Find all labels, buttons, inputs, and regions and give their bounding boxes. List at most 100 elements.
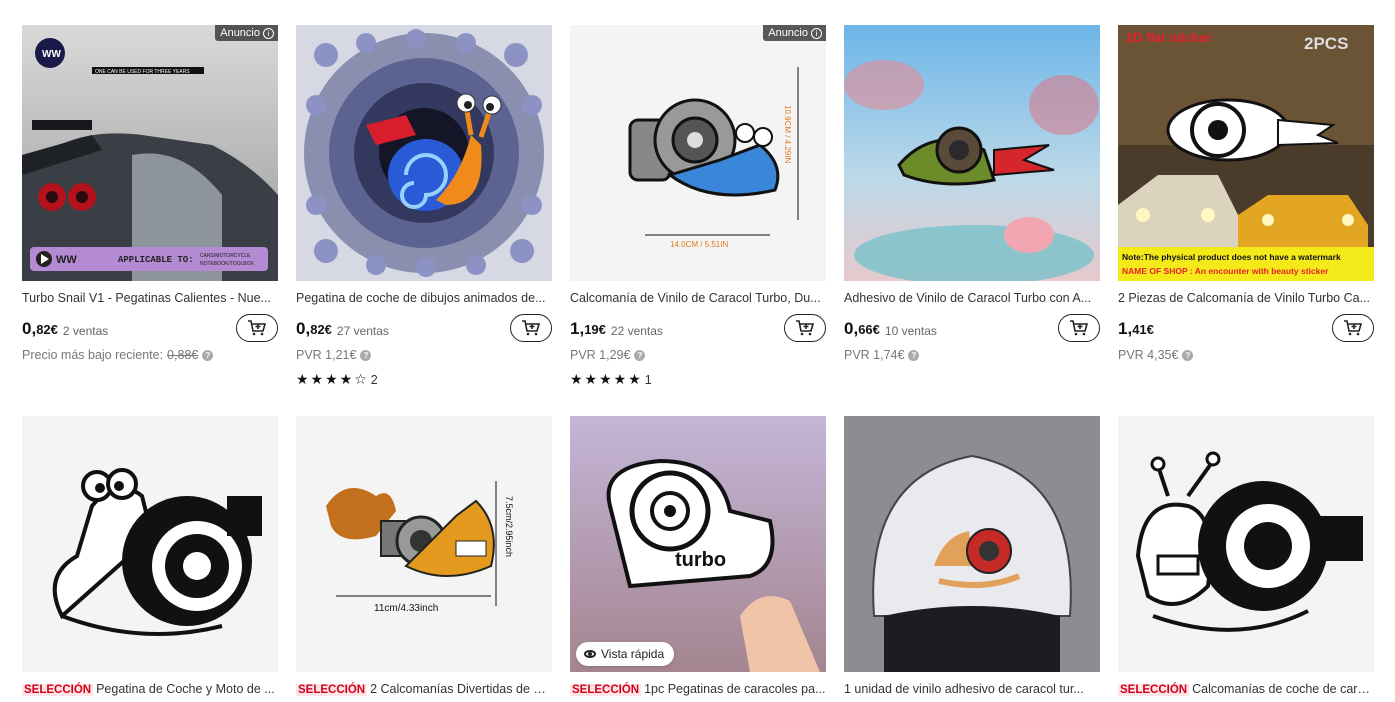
help-icon[interactable]: ? bbox=[908, 349, 920, 361]
product-title[interactable]: Pegatina de coche de dibujos animados de… bbox=[296, 290, 552, 306]
product-card[interactable]: 1 unidad de vinilo adhesivo de caracol t… bbox=[844, 416, 1100, 697]
rrp-price: PVR 4,35€ ? bbox=[1118, 348, 1374, 362]
add-to-cart-button[interactable] bbox=[236, 314, 278, 342]
cart-plus-icon bbox=[1344, 320, 1363, 336]
product-card[interactable]: SELECCIÓN Calcomanías de coche de cara... bbox=[1118, 416, 1374, 697]
rating-count: 1 bbox=[644, 372, 652, 387]
product-row: WW ONE CAN BE USED FOR THREE YEARS WW AP… bbox=[22, 25, 1374, 405]
product-title[interactable]: Turbo Snail V1 - Pegatinas Calientes - N… bbox=[22, 290, 278, 306]
sales-count: 22 ventas bbox=[610, 323, 663, 338]
stars: ★★★★☆ bbox=[296, 371, 369, 387]
cart-plus-icon bbox=[796, 320, 815, 336]
svg-text:Note:The physical product does: Note:The physical product does not have … bbox=[1122, 252, 1341, 262]
product-image[interactable] bbox=[22, 416, 278, 672]
product-title[interactable]: SELECCIÓN Calcomanías de coche de cara... bbox=[1118, 681, 1374, 697]
product-image[interactable] bbox=[296, 25, 552, 281]
price: 1,41€ bbox=[1118, 319, 1154, 338]
help-icon[interactable]: ? bbox=[634, 349, 646, 361]
svg-text:2D flat sticker: 2D flat sticker bbox=[1126, 30, 1211, 45]
rrp-price: PVR 1,74€ ? bbox=[844, 348, 1100, 362]
sales-count: 2 ventas bbox=[62, 323, 109, 338]
sales-count: 10 ventas bbox=[884, 323, 937, 338]
product-title[interactable]: SELECCIÓN Pegatina de Coche y Moto de ... bbox=[22, 681, 278, 697]
add-to-cart-button[interactable] bbox=[1332, 314, 1374, 342]
price-row: 0,82€ 2 ventas bbox=[22, 314, 278, 344]
price: 0,82€ bbox=[22, 319, 58, 338]
selection-badge: SELECCIÓN bbox=[570, 684, 642, 696]
product-card[interactable]: WW ONE CAN BE USED FOR THREE YEARS WW AP… bbox=[22, 25, 278, 405]
info-icon[interactable]: i bbox=[263, 27, 274, 39]
product-image[interactable]: 10.9CM / 4.29IN 14.0CM / 5.51IN Anuncio … bbox=[570, 25, 826, 281]
svg-text:NOTEBOOK/TOOLBOX: NOTEBOOK/TOOLBOX bbox=[200, 261, 254, 267]
rrp-price: PVR 1,21€ ? bbox=[296, 348, 552, 362]
sales-count: 27 ventas bbox=[336, 323, 389, 338]
product-title[interactable]: SELECCIÓN 1pc Pegatinas de caracoles pa..… bbox=[570, 681, 826, 697]
svg-text:WW: WW bbox=[42, 49, 61, 60]
add-to-cart-button[interactable] bbox=[510, 314, 552, 342]
product-title[interactable]: 1 unidad de vinilo adhesivo de caracol t… bbox=[844, 681, 1100, 697]
cart-plus-icon bbox=[248, 320, 267, 336]
help-icon[interactable]: ? bbox=[360, 349, 372, 361]
product-image[interactable]: 2D flat sticker 2PCS Note:The physical p… bbox=[1118, 25, 1374, 281]
product-image[interactable] bbox=[844, 25, 1100, 281]
ad-badge: Anuncio i bbox=[215, 25, 278, 41]
svg-text:WW: WW bbox=[56, 254, 77, 266]
price: 0,66€ bbox=[844, 319, 880, 338]
info-icon[interactable]: i bbox=[811, 27, 822, 39]
svg-text:CARS/MOTORCYCLE: CARS/MOTORCYCLE bbox=[200, 253, 251, 259]
product-card[interactable]: SELECCIÓN Pegatina de Coche y Moto de ... bbox=[22, 416, 278, 697]
price-row: 1,19€ 22 ventas bbox=[570, 314, 826, 344]
star-rating: ★★★★★ 1 bbox=[570, 371, 826, 388]
product-card[interactable]: 2D flat sticker 2PCS Note:The physical p… bbox=[1118, 25, 1374, 405]
help-icon[interactable]: ? bbox=[1182, 349, 1194, 361]
rating-count: 2 bbox=[370, 372, 378, 387]
svg-text:ONE CAN BE USED FOR THREE YEAR: ONE CAN BE USED FOR THREE YEARS bbox=[95, 69, 190, 75]
price: 0,82€ bbox=[296, 319, 332, 338]
ad-badge: Anuncio i bbox=[763, 25, 826, 41]
add-to-cart-button[interactable] bbox=[784, 314, 826, 342]
price-row: 0,66€ 10 ventas bbox=[844, 314, 1100, 344]
cart-plus-icon bbox=[1070, 320, 1089, 336]
quick-view-button[interactable]: Vista rápida bbox=[576, 642, 675, 666]
stars: ★★★★★ bbox=[570, 371, 643, 387]
product-row: SELECCIÓN Pegatina de Coche y Moto de ...… bbox=[22, 416, 1374, 697]
rrp-price: PVR 1,29€ ? bbox=[570, 348, 826, 362]
recent-lowest-price: Precio más bajo reciente: 0,88€ ? bbox=[22, 348, 278, 362]
product-image[interactable] bbox=[1118, 416, 1374, 672]
product-card[interactable]: 10.9CM / 4.29IN 14.0CM / 5.51IN Anuncio … bbox=[570, 25, 826, 405]
svg-text:11cm/4.33inch: 11cm/4.33inch bbox=[374, 603, 438, 614]
product-image[interactable]: turbo Vista rápida bbox=[570, 416, 826, 672]
svg-text:7.5cm/2.95inch: 7.5cm/2.95inch bbox=[504, 496, 514, 557]
product-title[interactable]: Adhesivo de Vinilo de Caracol Turbo con … bbox=[844, 290, 1100, 306]
svg-text:APPLICABLE TO:: APPLICABLE TO: bbox=[118, 255, 194, 265]
product-image[interactable] bbox=[844, 416, 1100, 672]
svg-text:2PCS: 2PCS bbox=[1304, 34, 1348, 53]
price-row: 0,82€ 27 ventas bbox=[296, 314, 552, 344]
product-card[interactable]: Adhesivo de Vinilo de Caracol Turbo con … bbox=[844, 25, 1100, 405]
add-to-cart-button[interactable] bbox=[1058, 314, 1100, 342]
selection-badge: SELECCIÓN bbox=[22, 684, 94, 696]
svg-text:turbo: turbo bbox=[675, 549, 726, 571]
selection-badge: SELECCIÓN bbox=[296, 684, 368, 696]
svg-text:NAME OF SHOP : An encounter wi: NAME OF SHOP : An encounter with beauty … bbox=[1122, 266, 1329, 276]
price: 1,19€ bbox=[570, 319, 606, 338]
star-rating: ★★★★☆ 2 bbox=[296, 371, 552, 388]
eye-icon bbox=[584, 650, 596, 658]
ad-label: Anuncio bbox=[220, 27, 260, 39]
product-title[interactable]: 2 Piezas de Calcomanía de Vinilo Turbo C… bbox=[1118, 290, 1374, 306]
price-row: 1,41€ bbox=[1118, 314, 1374, 344]
product-title[interactable]: SELECCIÓN 2 Calcomanías Divertidas de C..… bbox=[296, 681, 552, 697]
product-image[interactable]: 7.5cm/2.95inch 11cm/4.33inch bbox=[296, 416, 552, 672]
product-card[interactable]: turbo Vista rápida SELECCIÓN 1pc Pegatina… bbox=[570, 416, 826, 697]
product-image[interactable]: WW ONE CAN BE USED FOR THREE YEARS WW AP… bbox=[22, 25, 278, 281]
svg-text:10.9CM / 4.29IN: 10.9CM / 4.29IN bbox=[783, 105, 792, 163]
cart-plus-icon bbox=[522, 320, 541, 336]
svg-text:14.0CM / 5.51IN: 14.0CM / 5.51IN bbox=[670, 240, 728, 249]
help-icon[interactable]: ? bbox=[202, 349, 214, 361]
product-card[interactable]: Pegatina de coche de dibujos animados de… bbox=[296, 25, 552, 405]
selection-badge: SELECCIÓN bbox=[1118, 684, 1190, 696]
ad-label: Anuncio bbox=[768, 27, 808, 39]
product-grid: WW ONE CAN BE USED FOR THREE YEARS WW AP… bbox=[22, 25, 1374, 696]
product-card[interactable]: 7.5cm/2.95inch 11cm/4.33inch SELECCIÓN 2 … bbox=[296, 416, 552, 697]
product-title[interactable]: Calcomanía de Vinilo de Caracol Turbo, D… bbox=[570, 290, 826, 306]
